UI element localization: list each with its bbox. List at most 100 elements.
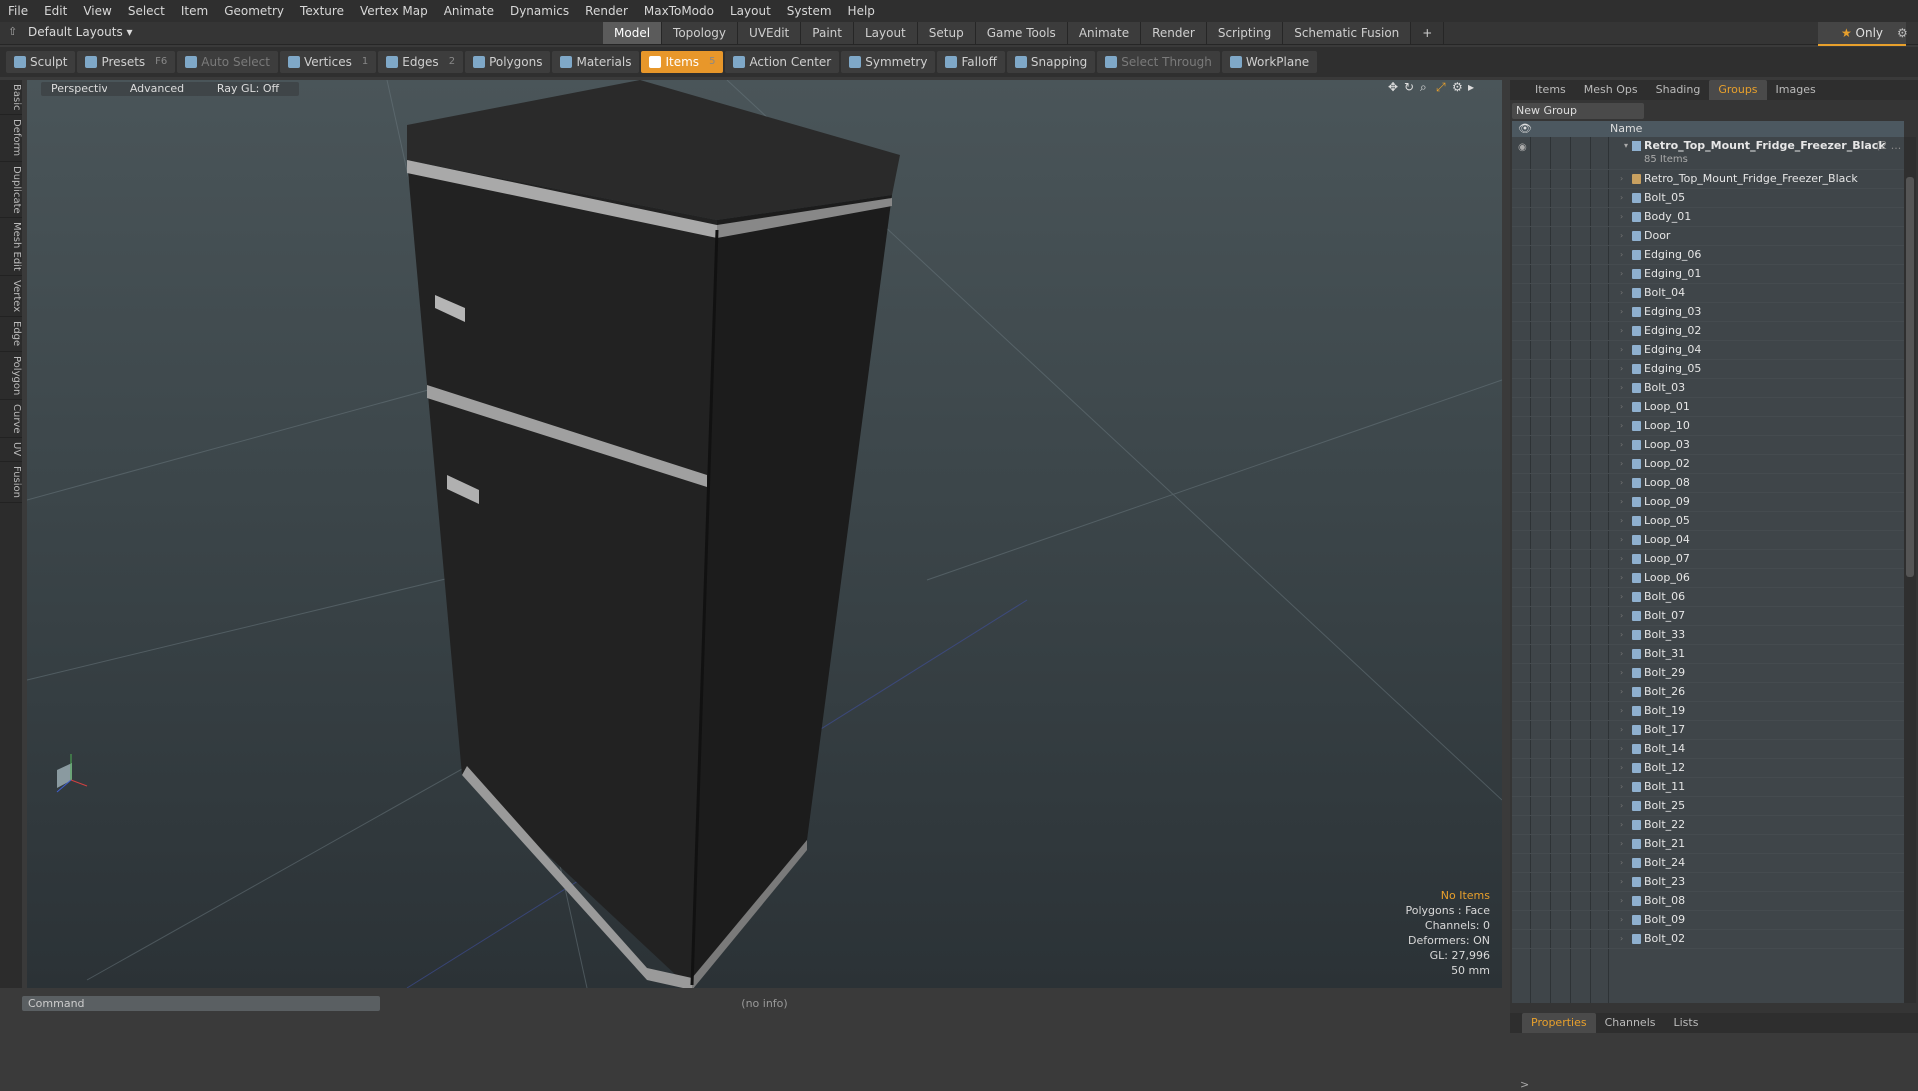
vertices-button[interactable]: Vertices 1 bbox=[279, 51, 377, 73]
layout-dropdown[interactable]: Default Layouts ▾ bbox=[28, 25, 133, 39]
expand-icon[interactable]: › bbox=[1620, 645, 1623, 663]
list-item[interactable]: › Edging_03 bbox=[1512, 303, 1904, 322]
left-tab-fusion[interactable]: Fusion bbox=[0, 462, 22, 503]
left-tab-duplicate[interactable]: Duplicate bbox=[0, 162, 22, 219]
expand-icon[interactable]: › bbox=[1620, 740, 1623, 758]
items-button[interactable]: Items 5 bbox=[641, 51, 724, 73]
list-item[interactable]: › Edging_06 bbox=[1512, 246, 1904, 265]
fit-view-icon[interactable]: ⤢ bbox=[1436, 80, 1446, 95]
list-item[interactable]: › Bolt_14 bbox=[1512, 740, 1904, 759]
tab-layout[interactable]: Layout bbox=[853, 22, 918, 44]
layout-toggle-icon[interactable]: ⇧ bbox=[8, 25, 17, 38]
list-item[interactable]: › Loop_04 bbox=[1512, 531, 1904, 550]
tab-setup[interactable]: Setup bbox=[917, 22, 976, 44]
left-tab-edge[interactable]: Edge bbox=[0, 317, 22, 352]
expand-icon[interactable]: › bbox=[1620, 664, 1623, 682]
list-item[interactable]: › Bolt_05 bbox=[1512, 189, 1904, 208]
list-item[interactable]: › Bolt_23 bbox=[1512, 873, 1904, 892]
sculpt-button[interactable]: Sculpt bbox=[6, 51, 76, 73]
expand-icon[interactable]: › bbox=[1620, 455, 1623, 473]
expand-icon[interactable]: › bbox=[1620, 303, 1623, 321]
list-item[interactable]: › Retro_Top_Mount_Fridge_Freezer_Black bbox=[1512, 170, 1904, 189]
auto-select-button[interactable]: Auto Select bbox=[177, 51, 278, 73]
left-tab-deform[interactable]: Deform bbox=[0, 115, 22, 162]
list-item[interactable]: › Edging_05 bbox=[1512, 360, 1904, 379]
expand-icon[interactable]: › bbox=[1620, 626, 1623, 644]
list-item[interactable]: › Bolt_07 bbox=[1512, 607, 1904, 626]
expand-icon[interactable]: › bbox=[1620, 873, 1623, 891]
expand-icon[interactable]: › bbox=[1620, 930, 1623, 948]
list-item[interactable]: › Bolt_04 bbox=[1512, 284, 1904, 303]
expand-icon[interactable]: › bbox=[1620, 892, 1623, 910]
list-item[interactable]: › Body_01 bbox=[1512, 208, 1904, 227]
expand-icon[interactable]: › bbox=[1620, 246, 1623, 264]
viewport-settings-icon[interactable]: ⚙ bbox=[1452, 80, 1463, 94]
list-item[interactable]: › Bolt_21 bbox=[1512, 835, 1904, 854]
shading-mode-button[interactable]: Advanced bbox=[107, 82, 207, 96]
bottom-tab-lists[interactable]: Lists bbox=[1665, 1013, 1708, 1033]
list-item[interactable]: › Loop_09 bbox=[1512, 493, 1904, 512]
list-item[interactable]: › Bolt_24 bbox=[1512, 854, 1904, 873]
list-item[interactable]: › Loop_08 bbox=[1512, 474, 1904, 493]
expand-icon[interactable]: ▾ bbox=[1624, 137, 1628, 155]
expand-icon[interactable]: › bbox=[1620, 265, 1623, 283]
list-item[interactable]: › Edging_01 bbox=[1512, 265, 1904, 284]
expand-icon[interactable]: › bbox=[1620, 911, 1623, 929]
list-item[interactable]: › Loop_03 bbox=[1512, 436, 1904, 455]
expand-icon[interactable]: › bbox=[1620, 531, 1623, 549]
expand-icon[interactable]: › bbox=[1620, 398, 1623, 416]
list-item[interactable]: › Bolt_31 bbox=[1512, 645, 1904, 664]
snapping-button[interactable]: Snapping bbox=[1006, 51, 1096, 73]
bottom-tab-properties[interactable]: Properties bbox=[1522, 1013, 1596, 1033]
list-item[interactable]: › Bolt_19 bbox=[1512, 702, 1904, 721]
panel-tab-items[interactable]: Items bbox=[1526, 80, 1575, 100]
expand-icon[interactable]: › bbox=[1620, 474, 1623, 492]
falloff-button[interactable]: Falloff bbox=[937, 51, 1005, 73]
tab-uvedit[interactable]: UVEdit bbox=[738, 22, 802, 44]
menu-edit[interactable]: Edit bbox=[36, 4, 75, 18]
only-button[interactable]: ★ Only bbox=[1818, 22, 1906, 46]
panel-tab-mesh-ops[interactable]: Mesh Ops bbox=[1575, 80, 1647, 100]
action-center-button[interactable]: Action Center bbox=[725, 51, 840, 73]
expand-icon[interactable]: › bbox=[1620, 189, 1623, 207]
expand-icon[interactable]: › bbox=[1620, 550, 1623, 568]
tab-render[interactable]: Render bbox=[1141, 22, 1207, 44]
list-item[interactable]: › Loop_02 bbox=[1512, 455, 1904, 474]
list-item[interactable]: › Bolt_02 bbox=[1512, 930, 1904, 949]
panel-tab-shading[interactable]: Shading bbox=[1647, 80, 1710, 100]
list-item[interactable]: › Loop_07 bbox=[1512, 550, 1904, 569]
list-item[interactable]: › Bolt_06 bbox=[1512, 588, 1904, 607]
list-item[interactable]: › Bolt_17 bbox=[1512, 721, 1904, 740]
list-item[interactable]: › Bolt_26 bbox=[1512, 683, 1904, 702]
tab-game-tools[interactable]: Game Tools bbox=[975, 22, 1068, 44]
expand-icon[interactable]: › bbox=[1620, 341, 1623, 359]
expand-icon[interactable]: › bbox=[1620, 569, 1623, 587]
rotate-view-icon[interactable]: ↻ bbox=[1404, 80, 1414, 94]
command-input[interactable]: Command bbox=[22, 996, 380, 1011]
group-row[interactable]: ◉ ▾ Retro_Top_Mount_Fridge_Freezer_Black… bbox=[1512, 137, 1904, 170]
list-item[interactable]: › Loop_10 bbox=[1512, 417, 1904, 436]
list-scrollbar[interactable] bbox=[1904, 137, 1916, 1003]
menu-animate[interactable]: Animate bbox=[436, 4, 502, 18]
list-item[interactable]: › Edging_04 bbox=[1512, 341, 1904, 360]
symmetry-button[interactable]: Symmetry bbox=[841, 51, 936, 73]
gear-icon[interactable]: ⚙ bbox=[1897, 26, 1908, 40]
expand-icon[interactable]: › bbox=[1620, 493, 1623, 511]
expand-icon[interactable]: › bbox=[1620, 759, 1623, 777]
list-item[interactable]: › Loop_06 bbox=[1512, 569, 1904, 588]
menu-render[interactable]: Render bbox=[577, 4, 636, 18]
list-item[interactable]: › Door bbox=[1512, 227, 1904, 246]
bottom-tab-channels[interactable]: Channels bbox=[1596, 1013, 1665, 1033]
expand-icon[interactable]: › bbox=[1620, 227, 1623, 245]
tab-schematic-fusion[interactable]: Schematic Fusion bbox=[1283, 22, 1412, 44]
list-item[interactable]: › Bolt_29 bbox=[1512, 664, 1904, 683]
expand-icon[interactable]: › bbox=[1620, 170, 1623, 188]
left-tab-curve[interactable]: Curve bbox=[0, 400, 22, 439]
expand-icon[interactable]: › bbox=[1620, 379, 1623, 397]
expand-icon[interactable]: › bbox=[1620, 208, 1623, 226]
menu-system[interactable]: System bbox=[779, 4, 840, 18]
left-tab-mesh-edit[interactable]: Mesh Edit bbox=[0, 218, 22, 277]
viewport-menu-icon[interactable]: ▸ bbox=[1468, 80, 1474, 94]
move-view-icon[interactable]: ✥ bbox=[1388, 80, 1398, 94]
list-item[interactable]: › Bolt_12 bbox=[1512, 759, 1904, 778]
